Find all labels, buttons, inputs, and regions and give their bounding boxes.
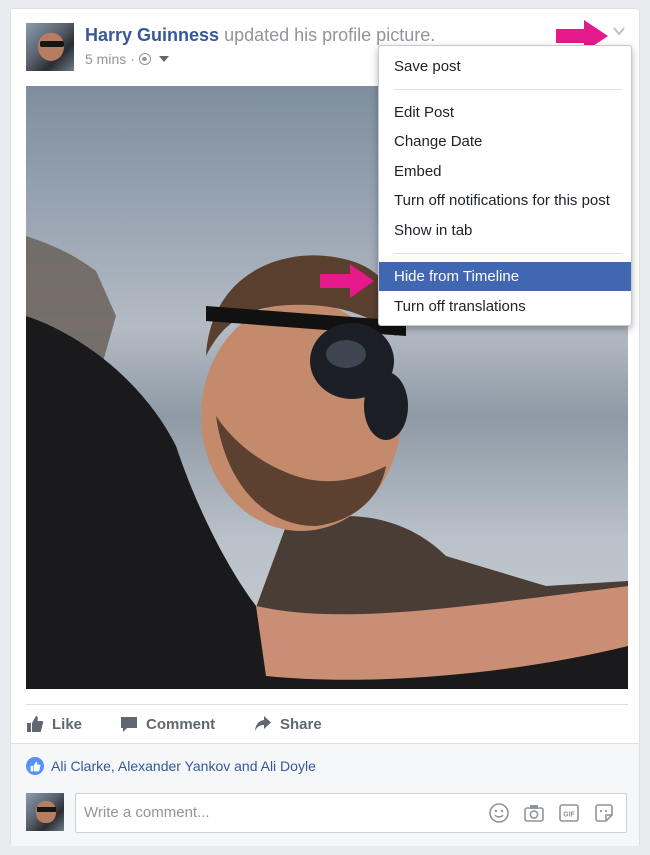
like-reaction-icon bbox=[26, 757, 44, 775]
comment-icon bbox=[121, 717, 137, 732]
sticker-icon[interactable] bbox=[593, 802, 615, 824]
chevron-down-icon[interactable] bbox=[612, 24, 626, 38]
share-icon bbox=[255, 716, 271, 731]
avatar-glasses bbox=[37, 807, 56, 812]
author-name-link[interactable]: Harry Guinness bbox=[85, 25, 219, 45]
like-button[interactable]: Like bbox=[26, 712, 82, 736]
avatar-glasses bbox=[40, 41, 64, 47]
post-meta: 5 mins · bbox=[85, 51, 169, 67]
comment-avatar[interactable] bbox=[26, 793, 64, 831]
menu-item-save-post[interactable]: Save post bbox=[379, 52, 631, 81]
gif-icon[interactable]: GIF bbox=[558, 802, 580, 824]
globe-icon bbox=[138, 53, 151, 65]
like-icon bbox=[27, 716, 44, 732]
svg-text:GIF: GIF bbox=[563, 812, 575, 819]
menu-item-embed[interactable]: Embed bbox=[379, 157, 631, 186]
share-label: Share bbox=[280, 715, 322, 733]
divider bbox=[26, 704, 628, 705]
menu-item-hide-from-timeline[interactable]: Hide from Timeline bbox=[379, 262, 631, 291]
comment-button[interactable]: Comment bbox=[120, 712, 215, 736]
emoji-icon[interactable] bbox=[488, 802, 510, 824]
meta-separator: · bbox=[130, 51, 135, 67]
menu-item-turn-off-translations[interactable]: Turn off translations bbox=[379, 292, 631, 321]
annotation-arrow-icon bbox=[320, 264, 374, 298]
camera-icon[interactable] bbox=[523, 802, 545, 824]
menu-item-change-date[interactable]: Change Date bbox=[379, 127, 631, 156]
post-action-text: updated his profile picture. bbox=[224, 25, 436, 45]
comment-input[interactable]: Write a comment... GIF bbox=[75, 793, 627, 833]
post-header-title: Harry Guinness updated his profile pictu… bbox=[85, 25, 435, 46]
post-options-menu: Save post Edit Post Change Date Embed Tu… bbox=[378, 45, 632, 326]
share-button[interactable]: Share bbox=[254, 712, 322, 736]
menu-item-show-in-tab[interactable]: Show in tab bbox=[379, 216, 631, 245]
like-label: Like bbox=[52, 715, 83, 733]
menu-item-turn-off-notifications[interactable]: Turn off notifications for this post bbox=[379, 186, 631, 215]
comment-label: Comment bbox=[146, 715, 216, 733]
avatar-face bbox=[38, 33, 64, 61]
post-timestamp[interactable]: 5 mins bbox=[85, 51, 126, 67]
likes-names[interactable]: Ali Clarke, Alexander Yankov and Ali Doy… bbox=[51, 758, 316, 774]
likes-summary[interactable]: Ali Clarke, Alexander Yankov and Ali Doy… bbox=[26, 757, 316, 775]
menu-item-edit-post[interactable]: Edit Post bbox=[379, 98, 631, 127]
menu-separator bbox=[394, 253, 622, 254]
menu-separator bbox=[394, 89, 622, 90]
comment-placeholder: Write a comment... bbox=[84, 804, 210, 821]
audience-caret-icon[interactable] bbox=[158, 56, 169, 62]
profile-avatar[interactable] bbox=[26, 23, 74, 71]
avatar-face bbox=[36, 801, 56, 823]
